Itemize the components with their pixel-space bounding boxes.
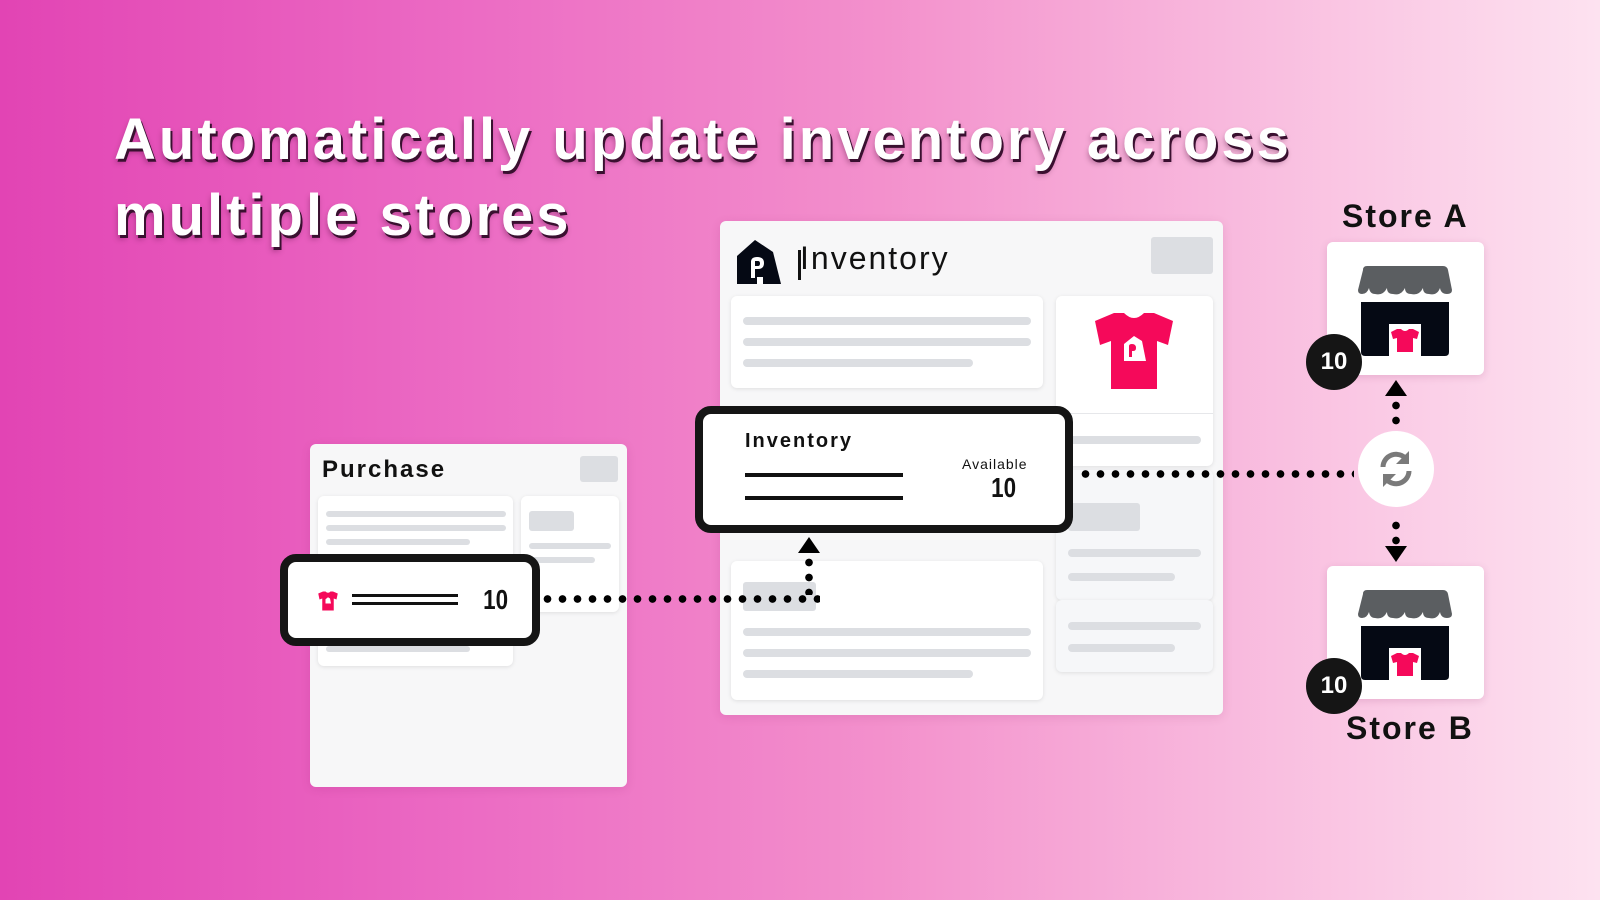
inventory-available-card[interactable]: Inventory Available 10	[695, 406, 1073, 533]
sync-to-store-b-connector	[1392, 518, 1400, 546]
tshirt-icon	[318, 591, 338, 611]
purchase-line-item[interactable]: 10	[280, 554, 540, 646]
inventory-history-card	[731, 561, 1043, 700]
inventory-details-card	[731, 296, 1043, 388]
inventory-to-sync-connector	[1078, 470, 1354, 478]
inventory-panel-title: Inventory	[800, 240, 950, 276]
inventory-highlight-title: Inventory	[745, 430, 854, 452]
brand-logo-icon	[737, 240, 781, 284]
sync-button[interactable]	[1358, 431, 1434, 507]
arrow-down-icon	[1385, 546, 1407, 562]
storefront-icon	[1358, 266, 1452, 356]
sync-to-store-a-connector	[1392, 398, 1400, 426]
store-a-label: Store A	[1342, 198, 1469, 234]
purchase-to-inventory-connector-vertical	[805, 555, 813, 595]
purchase-to-inventory-connector	[540, 595, 820, 603]
purchase-header-placeholder[interactable]	[580, 456, 618, 482]
available-value: 10	[991, 472, 1017, 503]
arrow-up-icon	[798, 537, 820, 553]
store-a-count-badge: 10	[1306, 334, 1362, 390]
store-b-count-badge: 10	[1306, 658, 1362, 714]
purchase-quantity: 10	[483, 584, 509, 615]
available-label: Available	[962, 456, 1028, 472]
tshirt-icon	[1095, 313, 1173, 389]
side-info-card	[1056, 470, 1213, 600]
product-image-card	[1056, 296, 1213, 466]
purchase-panel-title: Purchase	[322, 456, 447, 483]
sync-icon	[1380, 451, 1412, 487]
storefront-icon	[1358, 590, 1452, 680]
arrow-up-icon	[1385, 380, 1407, 396]
headline-line-1: Automatically update inventory across	[114, 107, 1292, 172]
header-action-placeholder[interactable]	[1151, 237, 1213, 274]
store-b-label: Store B	[1346, 710, 1474, 746]
side-meta-card	[1056, 600, 1213, 672]
